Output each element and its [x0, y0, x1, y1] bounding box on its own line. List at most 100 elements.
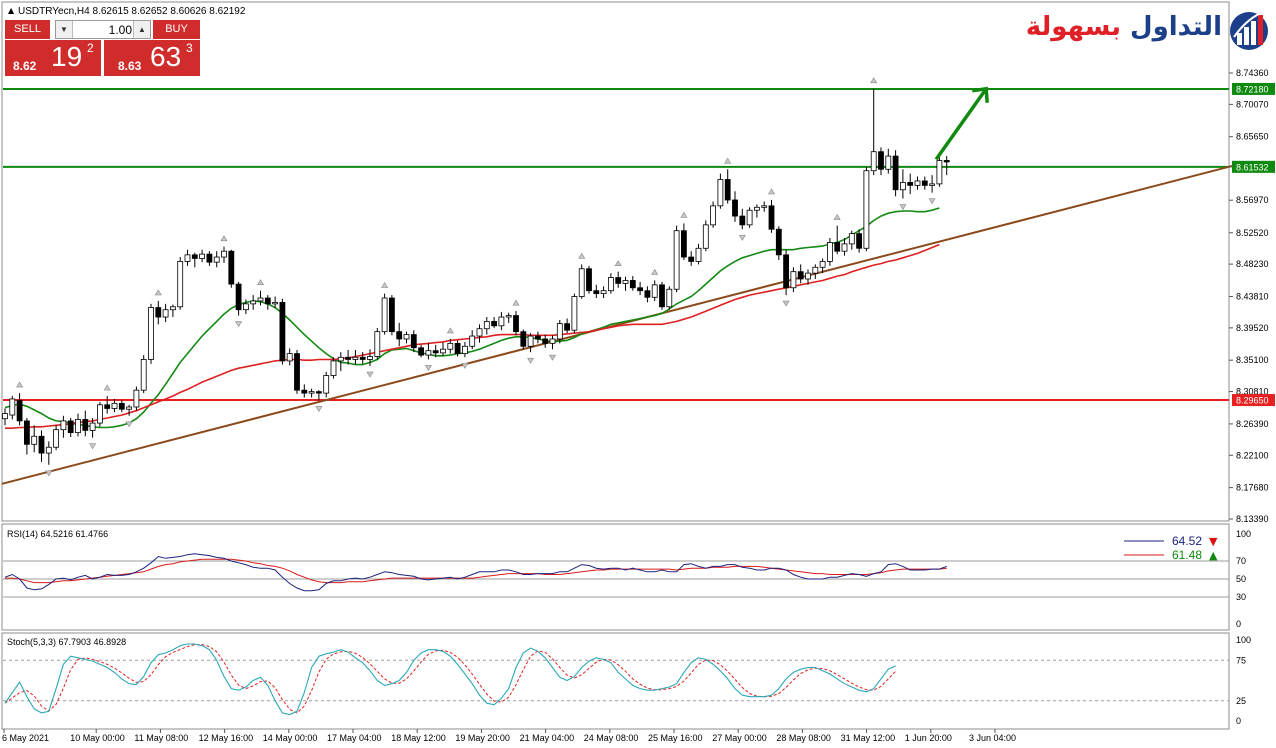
- candle: [775, 226, 782, 260]
- buy-price-box[interactable]: 8.63 63 3: [104, 40, 200, 76]
- candle-body: [23, 420, 30, 445]
- candle-body: [600, 290, 607, 295]
- buy-price-prefix: 8.63: [118, 59, 142, 73]
- candle-body: [790, 271, 797, 289]
- candle: [148, 303, 154, 364]
- candle-body: [746, 209, 753, 226]
- rsi-legend-value: 61.48: [1172, 548, 1202, 562]
- candle-body: [761, 205, 768, 208]
- price-tick-label: 8.43810: [1236, 291, 1269, 301]
- candle-body: [615, 277, 622, 284]
- candle-body: [155, 307, 162, 318]
- candle-body: [651, 284, 658, 298]
- candle-body: [571, 296, 578, 331]
- rsi-label: RSI(14) 64.5216 61.4766: [7, 529, 108, 539]
- candle-body: [936, 160, 943, 185]
- candle-body: [221, 250, 227, 258]
- candle: [97, 401, 103, 427]
- candle-body: [75, 419, 81, 434]
- sell-price-sup: 2: [87, 41, 94, 55]
- candle-body: [505, 315, 512, 318]
- price-tick-label: 8.26390: [1236, 419, 1269, 429]
- candle-body: [513, 315, 519, 333]
- price-tick-label: 8.65650: [1236, 132, 1269, 142]
- candle-body: [162, 309, 169, 318]
- bar-chart-logo-icon: [1230, 10, 1268, 50]
- candle-body: [323, 375, 330, 394]
- candle-body: [688, 256, 695, 262]
- candle-body: [921, 180, 928, 186]
- candle-body: [622, 280, 629, 284]
- lot-decrease-icon[interactable]: ▼: [56, 21, 73, 38]
- chart-canvas: 8.743608.700708.656508.615308.569708.525…: [1, 1, 1275, 743]
- candle-body: [9, 398, 16, 416]
- candle-body: [367, 356, 373, 360]
- candle-body: [943, 160, 950, 163]
- time-tick-label: 28 May 08:00: [776, 733, 831, 743]
- time-tick-label: 11 May 08:00: [134, 733, 188, 743]
- candle-body: [710, 205, 716, 226]
- price-label-text: 8.72180: [1236, 84, 1269, 94]
- stoch-label: Stoch(5,3,3) 67.7903 46.8928: [7, 637, 126, 647]
- candle-body: [834, 242, 841, 252]
- time-tick-label: 18 May 12:00: [391, 733, 446, 743]
- candle: [702, 220, 709, 252]
- sell-button[interactable]: SELL: [5, 20, 50, 39]
- candle: [388, 295, 395, 336]
- candle-body: [885, 155, 892, 170]
- candle-body: [337, 356, 344, 362]
- candle-body: [637, 287, 643, 292]
- candle-body: [345, 356, 352, 360]
- rsi-tick-label: 50: [1236, 574, 1246, 584]
- candle-body: [586, 268, 592, 292]
- candle-body: [388, 297, 395, 333]
- candle-body: [294, 353, 300, 391]
- buy-button[interactable]: BUY: [153, 20, 200, 39]
- candle-body: [118, 402, 125, 410]
- candle-body: [242, 303, 249, 311]
- candle-body: [535, 335, 541, 340]
- candle-body: [593, 290, 600, 295]
- rsi-tick-label: 70: [1236, 556, 1246, 566]
- candle-body: [856, 233, 862, 249]
- candle: [673, 225, 680, 293]
- price-tick-label: 8.39520: [1236, 323, 1269, 333]
- candle-body: [286, 353, 293, 362]
- lot-size-box: ▼ ▲: [55, 20, 151, 39]
- candle-body: [60, 420, 67, 431]
- header-triangle-icon[interactable]: ▲: [8, 6, 15, 15]
- rsi-panel: [1, 523, 1230, 631]
- candle-body: [250, 300, 257, 305]
- candle-body: [330, 360, 337, 376]
- buy-price-big: 63: [150, 41, 182, 72]
- candle-body: [177, 261, 184, 308]
- symbol-info: USDTRYecn,H4 8.62615 8.62652 8.60626 8.6…: [18, 6, 246, 17]
- candle-body: [82, 419, 89, 431]
- candle-body: [805, 272, 811, 280]
- candle-body: [308, 391, 315, 394]
- lot-increase-icon[interactable]: ▲: [133, 21, 150, 38]
- rsi-legend-value: 64.52: [1172, 534, 1202, 548]
- stoch-panel: [1, 632, 1230, 730]
- candle-body: [374, 331, 381, 357]
- candle-body: [418, 347, 425, 356]
- candle-body: [724, 179, 731, 201]
- lot-size-input[interactable]: [72, 21, 136, 38]
- candle: [228, 249, 235, 288]
- candle-body: [45, 446, 52, 454]
- candle-body: [848, 233, 855, 245]
- time-tick-label: 14 May 00:00: [263, 733, 318, 743]
- candle-body: [673, 230, 680, 290]
- time-tick-label: 17 May 04:00: [327, 733, 382, 743]
- time-tick-label: 24 May 08:00: [584, 733, 639, 743]
- price-tick-label: 8.74360: [1236, 68, 1269, 78]
- candle-body: [97, 404, 103, 424]
- candle-body: [491, 321, 498, 327]
- price-tick-label: 8.13390: [1236, 514, 1269, 524]
- logo-text: التداول بسهولة: [1026, 12, 1222, 42]
- candle-body: [476, 328, 483, 337]
- sell-price-box[interactable]: 8.62 19 2: [5, 40, 101, 76]
- candle: [520, 329, 527, 350]
- candle-body: [257, 297, 264, 302]
- candle-body: [681, 230, 687, 258]
